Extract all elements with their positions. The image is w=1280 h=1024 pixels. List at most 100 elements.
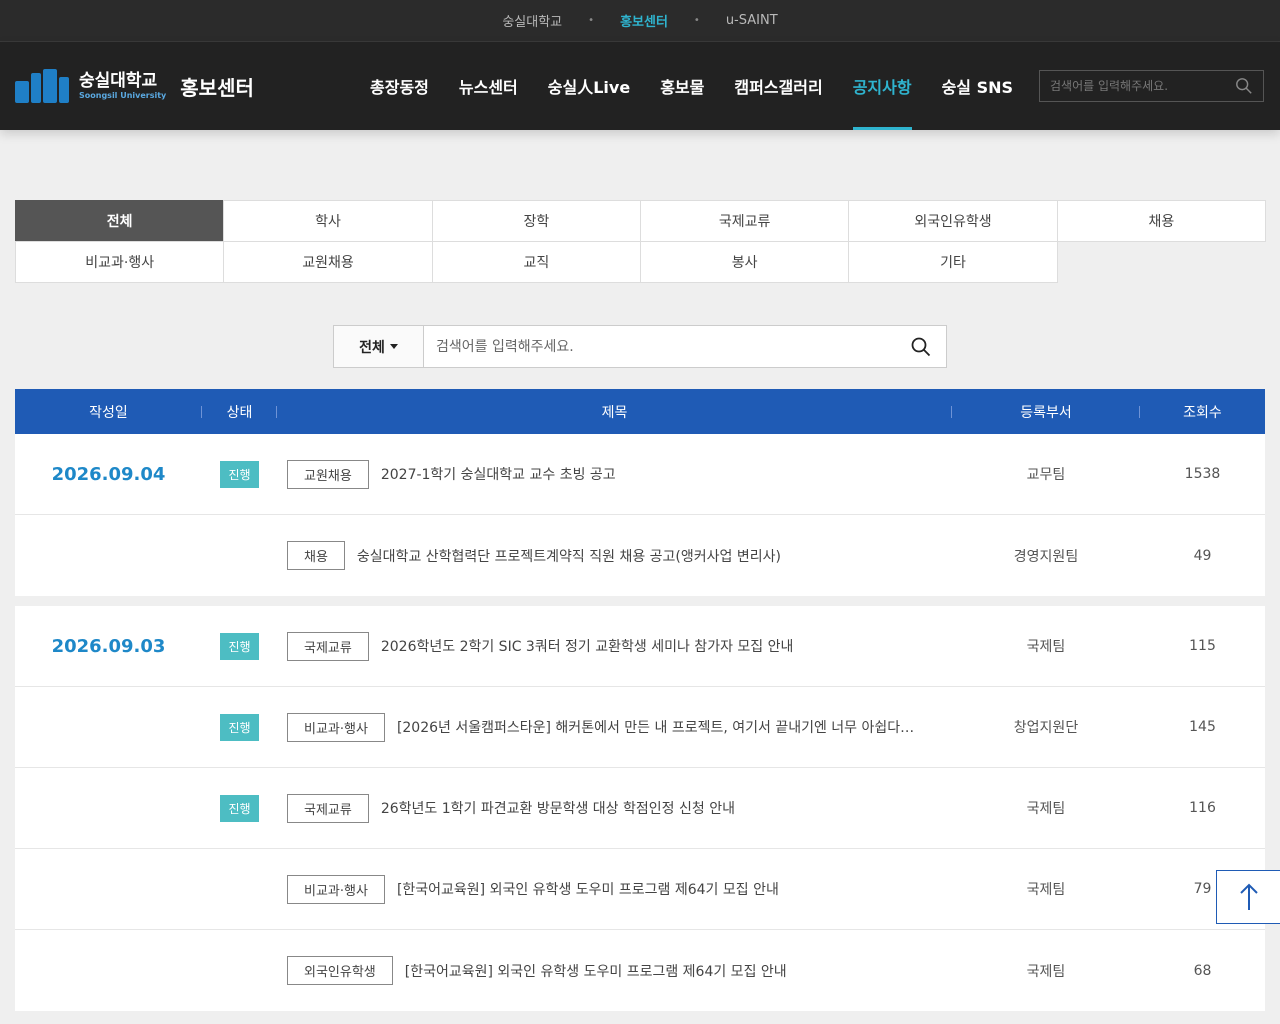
site-logo[interactable]: 숭실대학교 Soongsil University 홍보센터 [15, 69, 315, 103]
global-nav: 총장동정 뉴스센터 숭실人Live 홍보물 캠퍼스갤러리 공지사항 숭실 SNS [355, 42, 1028, 130]
scroll-to-top-button[interactable] [1216, 870, 1280, 924]
table-row[interactable]: 채용 숭실대학교 산학협력단 프로젝트계약직 직원 채용 공고(앵커사업 변리사… [15, 515, 1265, 596]
topbar-link-soongsil[interactable]: 숭실대학교 [502, 11, 562, 30]
table-row[interactable]: 외국인유학생 [한국어교육원] 외국인 유학생 도우미 프로그램 제64기 모집… [15, 930, 1265, 1011]
notice-search-input[interactable] [424, 326, 896, 367]
logo-text: 숭실대학교 Soongsil University [79, 70, 167, 100]
tab-teaching[interactable]: 교직 [431, 241, 641, 283]
separator-dot: • [693, 15, 700, 26]
row-title-cell: 외국인유학생 [한국어교육원] 외국인 유학생 도우미 프로그램 제64기 모집… [277, 956, 952, 985]
separator-dot: • [588, 15, 595, 26]
nav-item-notice[interactable]: 공지사항 [838, 42, 927, 130]
date-group: 2026.09.03 진행 국제교류 2026학년도 2학기 SIC 3쿼터 정… [15, 606, 1265, 1011]
table-row[interactable]: 2026.09.03 진행 국제교류 2026학년도 2학기 SIC 3쿼터 정… [15, 606, 1265, 687]
row-title-cell: 비교과·행사 [한국어교육원] 외국인 유학생 도우미 프로그램 제64기 모집… [277, 874, 952, 904]
tab-faculty-recruitment[interactable]: 교원채용 [223, 241, 433, 283]
notice-title-link[interactable]: 2026학년도 2학기 SIC 3쿼터 정기 교환학생 세미나 참가자 모집 안… [381, 636, 794, 656]
status-badge: 진행 [220, 794, 259, 822]
table-row[interactable]: 진행 비교과·행사 [2026년 서울캠퍼스타운] 해커톤에서 만든 내 프로젝… [15, 687, 1265, 768]
table-row[interactable]: 진행 국제교류 26학년도 1학기 파견교환 방문학생 대상 학점인정 신청 안… [15, 768, 1265, 849]
category-tag: 비교과·행사 [287, 874, 385, 904]
row-title-cell: 채용 숭실대학교 산학협력단 프로젝트계약직 직원 채용 공고(앵커사업 변리사… [277, 541, 952, 570]
row-status: 진행 [202, 632, 277, 660]
row-status: 진행 [202, 794, 277, 822]
tab-extracurricular[interactable]: 비교과·행사 [15, 241, 225, 283]
nav-item-news[interactable]: 뉴스센터 [444, 42, 533, 130]
tab-academic[interactable]: 학사 [223, 200, 433, 242]
row-title-cell: 국제교류 2026학년도 2학기 SIC 3쿼터 정기 교환학생 세미나 참가자… [277, 631, 952, 661]
row-dept: 경영지원팀 [1013, 548, 1079, 565]
category-tag: 비교과·행사 [287, 712, 385, 742]
status-badge: 진행 [220, 632, 259, 660]
search-scope-select[interactable]: 전체 [334, 326, 424, 367]
search-icon [911, 337, 931, 356]
col-title: 제목 [277, 389, 952, 434]
date-group: 2026.09.04 진행 교원채용 2027-1학기 숭실대학교 교수 초빙 … [15, 434, 1265, 596]
row-views: 49 [1193, 547, 1212, 564]
category-tag: 국제교류 [287, 631, 369, 661]
row-title-cell: 비교과·행사 [2026년 서울캠퍼스타운] 해커톤에서 만든 내 프로젝트, … [277, 712, 952, 742]
tab-foreign-students[interactable]: 외국인유학생 [848, 200, 1058, 242]
col-views: 조회수 [1183, 404, 1222, 421]
nav-item-promo[interactable]: 홍보물 [645, 42, 719, 130]
col-status: 상태 [202, 389, 277, 434]
main-header: 숭실대학교 Soongsil University 홍보센터 총장동정 뉴스센터… [0, 42, 1280, 130]
row-date: 2026.09.03 [51, 635, 166, 657]
logo-name-en: Soongsil University [79, 90, 167, 100]
notice-title-link[interactable]: [한국어교육원] 외국인 유학생 도우미 프로그램 제64기 모집 안내 [397, 879, 779, 899]
nav-item-live[interactable]: 숭실人Live [533, 42, 645, 130]
category-tabs: 전체 학사 장학 국제교류 외국인유학생 채용 비교과·행사 교원채용 교직 봉… [15, 200, 1266, 283]
row-views: 1538 [1184, 466, 1221, 482]
notice-search: 전체 [333, 325, 947, 368]
notice-title-link[interactable]: 숭실대학교 산학협력단 프로젝트계약직 직원 채용 공고(앵커사업 변리사) [357, 546, 781, 566]
row-date: 2026.09.04 [51, 463, 166, 485]
table-row[interactable]: 비교과·행사 [한국어교육원] 외국인 유학생 도우미 프로그램 제64기 모집… [15, 849, 1265, 930]
search-button[interactable] [896, 326, 946, 367]
header-search [1039, 70, 1264, 102]
logo-subtitle: 홍보센터 [180, 75, 254, 100]
header-search-input[interactable] [1050, 79, 1235, 93]
tab-all[interactable]: 전체 [15, 200, 225, 242]
row-status: 진행 [202, 713, 277, 741]
notice-title-link[interactable]: 2027-1학기 숭실대학교 교수 초빙 공고 [381, 464, 616, 484]
topbar-link-pr-center[interactable]: 홍보센터 [620, 11, 668, 30]
category-tag: 교원채용 [287, 459, 369, 489]
nav-item-president[interactable]: 총장동정 [355, 42, 444, 130]
row-views: 116 [1189, 800, 1216, 816]
topbar-link-usaint[interactable]: u-SAINT [726, 13, 778, 28]
row-title-cell: 교원채용 2027-1학기 숭실대학교 교수 초빙 공고 [277, 459, 952, 489]
category-tag: 외국인유학생 [287, 956, 393, 985]
row-dept: 국제팀 [1026, 801, 1066, 817]
tab-etc[interactable]: 기타 [848, 241, 1058, 283]
table-row[interactable]: 2026.09.04 진행 교원채용 2027-1학기 숭실대학교 교수 초빙 … [15, 434, 1265, 515]
nav-item-sns[interactable]: 숭실 SNS [927, 42, 1028, 130]
search-icon[interactable] [1235, 77, 1253, 95]
notice-title-link[interactable]: 26학년도 1학기 파견교환 방문학생 대상 학점인정 신청 안내 [381, 798, 735, 818]
nav-item-gallery[interactable]: 캠퍼스갤러리 [719, 42, 837, 130]
table-header: 작성일 상태 제목 등록부서 조회수 [15, 389, 1265, 434]
row-views: 68 [1193, 962, 1212, 979]
col-date: 작성일 [15, 389, 202, 434]
tab-international[interactable]: 국제교류 [639, 200, 850, 242]
row-dept: 국제팀 [1026, 639, 1066, 655]
row-views: 145 [1189, 719, 1216, 735]
category-tag: 채용 [287, 541, 345, 570]
notice-title-link[interactable]: [한국어교육원] 외국인 유학생 도우미 프로그램 제64기 모집 안내 [405, 961, 787, 981]
tab-scholarship[interactable]: 장학 [431, 200, 641, 242]
row-dept: 교무팀 [1026, 467, 1066, 483]
notice-title-link[interactable]: [2026년 서울캠퍼스타운] 해커톤에서 만든 내 프로젝트, 여기서 끝내기… [397, 717, 917, 737]
caret-down-icon [389, 344, 398, 349]
row-dept: 국제팀 [1026, 882, 1066, 898]
logo-name-ko: 숭실대학교 [79, 70, 158, 91]
row-title-cell: 국제교류 26학년도 1학기 파견교환 방문학생 대상 학점인정 신청 안내 [277, 793, 952, 823]
top-utility-bar: 숭실대학교 • 홍보센터 • u-SAINT [0, 0, 1280, 42]
row-dept: 창업지원단 [1013, 720, 1079, 736]
row-dept: 국제팀 [1026, 963, 1066, 980]
logo-mark-icon [15, 69, 69, 103]
notice-table: 작성일 상태 제목 등록부서 조회수 2026.09.04 진행 교원채용 20… [15, 389, 1265, 1021]
status-badge: 진행 [220, 713, 259, 741]
arrow-up-icon [1240, 883, 1258, 910]
tab-volunteer[interactable]: 봉사 [639, 241, 850, 283]
search-scope-label: 전체 [359, 339, 385, 356]
tab-recruitment[interactable]: 채용 [1056, 200, 1266, 242]
